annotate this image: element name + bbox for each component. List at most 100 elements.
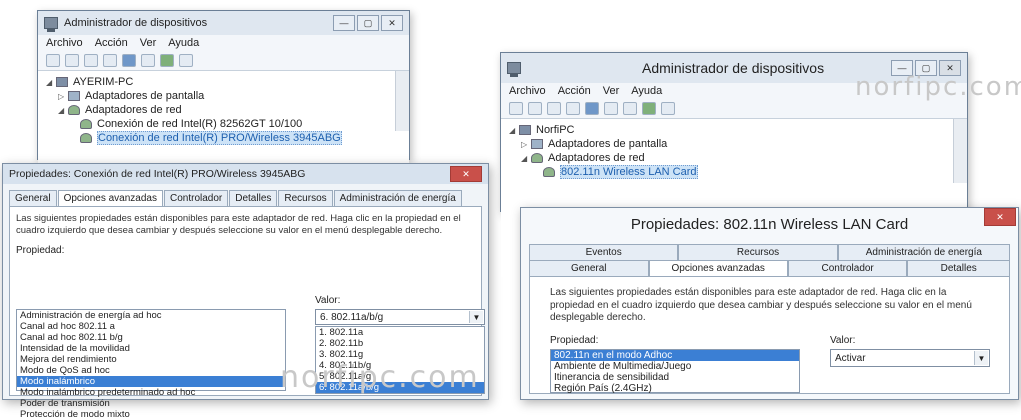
- menu-ver[interactable]: Ver: [603, 85, 620, 97]
- menu-ver[interactable]: Ver: [140, 37, 157, 49]
- network-card-icon: [80, 133, 92, 143]
- tree-item-label: Adaptadores de red: [85, 104, 182, 116]
- chevron-down-icon[interactable]: ▼: [974, 351, 988, 365]
- tree-item-label: AYERIM-PC: [73, 76, 134, 88]
- expand-icon[interactable]: ◢: [509, 126, 519, 135]
- list-item[interactable]: Intensidad de la movilidad: [17, 343, 285, 354]
- tab-detalles[interactable]: Detalles: [229, 190, 278, 206]
- left-dialog-tabs: General Opciones avanzadas Controlador D…: [3, 190, 488, 206]
- watermark: norfipc.com: [280, 360, 480, 395]
- uninstall-icon[interactable]: [179, 54, 193, 67]
- show-hide-tree-icon[interactable]: [84, 54, 98, 67]
- tree-item-display-adapters[interactable]: ▷ Adaptadores de pantalla: [509, 137, 959, 151]
- tab-general[interactable]: General: [529, 260, 649, 276]
- right-value-combo[interactable]: Activar ▼: [830, 349, 990, 367]
- menu-accion[interactable]: Acción: [95, 37, 128, 49]
- list-item[interactable]: Mejora del rendimiento: [17, 354, 285, 365]
- right-property-list[interactable]: 802.11n en el modo Adhoc Ambiente de Mul…: [550, 349, 800, 394]
- list-item[interactable]: Modo inalámbrico predeterminado ad hoc: [17, 387, 285, 398]
- network-adapter-icon: [68, 105, 80, 115]
- maximize-button[interactable]: ▢: [357, 15, 379, 31]
- scan-hardware-icon[interactable]: [604, 102, 618, 115]
- close-button[interactable]: ✕: [450, 166, 482, 182]
- network-card-icon: [543, 167, 555, 177]
- list-item[interactable]: Canal ad hoc 802.11 b/g: [17, 332, 285, 343]
- help-icon[interactable]: [122, 54, 136, 67]
- update-driver-icon[interactable]: [160, 54, 174, 67]
- list-item-selected[interactable]: Modo inalámbrico: [17, 376, 285, 387]
- tree-item-computer[interactable]: ◢ AYERIM-PC: [46, 75, 401, 89]
- collapse-icon[interactable]: ▷: [521, 140, 531, 149]
- help-icon[interactable]: [585, 102, 599, 115]
- show-hide-tree-icon[interactable]: [547, 102, 561, 115]
- left-tree-scrollbar[interactable]: [395, 71, 409, 131]
- tab-detalles[interactable]: Detalles: [907, 260, 1010, 276]
- tree-item-label: Adaptadores de red: [548, 152, 645, 164]
- close-button[interactable]: ✕: [381, 15, 403, 31]
- list-item-selected[interactable]: 802.11n en el modo Adhoc: [551, 350, 799, 361]
- tree-item-computer[interactable]: ◢ NorfiPC: [509, 123, 959, 137]
- tab-recursos[interactable]: Recursos: [678, 244, 838, 260]
- list-item[interactable]: Canal ad hoc 802.11 a: [17, 321, 285, 332]
- dropdown-option[interactable]: 2. 802.11b: [316, 338, 484, 349]
- right-dialog-tabs: Eventos Recursos Administración de energ…: [529, 244, 1010, 276]
- tree-item-intel-wireless[interactable]: Conexión de red Intel(R) PRO/Wireless 39…: [46, 131, 401, 145]
- tab-general[interactable]: General: [9, 190, 57, 206]
- forward-icon[interactable]: [528, 102, 542, 115]
- menu-ayuda[interactable]: Ayuda: [168, 37, 199, 49]
- list-item[interactable]: Protección de modo mixto: [17, 409, 285, 420]
- tree-item-network-adapters[interactable]: ◢ Adaptadores de red: [509, 151, 959, 165]
- expand-icon[interactable]: ◢: [58, 106, 68, 115]
- right-dialog-titlebar: Propiedades: 802.11n Wireless LAN Card ✕: [521, 208, 1018, 240]
- chevron-down-icon[interactable]: ▼: [469, 311, 483, 323]
- update-driver-icon[interactable]: [642, 102, 656, 115]
- tree-item-display-adapters[interactable]: ▷ Adaptadores de pantalla: [46, 89, 401, 103]
- minimize-button[interactable]: —: [333, 15, 355, 31]
- right-tree-scrollbar[interactable]: [953, 119, 967, 183]
- tab-administracion-energia[interactable]: Administración de energía: [837, 244, 1010, 260]
- list-item[interactable]: Modo de QoS ad hoc: [17, 365, 285, 376]
- tree-item-label: Conexión de red Intel(R) PRO/Wireless 39…: [97, 131, 342, 145]
- scan-hardware-icon[interactable]: [141, 54, 155, 67]
- tree-item-wireless-lan[interactable]: 802.11n Wireless LAN Card: [509, 165, 959, 179]
- right-advanced-panel: Las siguientes propiedades están disponi…: [529, 276, 1010, 394]
- dropdown-option[interactable]: 1. 802.11a: [316, 327, 484, 338]
- tab-recursos[interactable]: Recursos: [278, 190, 333, 206]
- tree-item-network-adapters[interactable]: ◢ Adaptadores de red: [46, 103, 401, 117]
- menu-archivo[interactable]: Archivo: [509, 85, 546, 97]
- properties-icon[interactable]: [566, 102, 580, 115]
- properties-icon[interactable]: [103, 54, 117, 67]
- left-value-label: Valor:: [315, 295, 341, 306]
- close-button[interactable]: ✕: [984, 208, 1016, 226]
- list-item[interactable]: Ambiente de Multimedia/Juego: [551, 361, 799, 372]
- tab-controlador[interactable]: Controlador: [163, 190, 229, 206]
- back-icon[interactable]: [46, 54, 60, 67]
- left-property-list[interactable]: Administración de energía ad hoc Canal a…: [16, 309, 286, 420]
- tab-eventos[interactable]: Eventos: [529, 244, 679, 260]
- right-value-label: Valor:: [830, 335, 856, 346]
- expand-icon[interactable]: ◢: [46, 78, 56, 87]
- forward-icon[interactable]: [65, 54, 79, 67]
- tab-administracion-energia[interactable]: Administración de energía: [333, 190, 462, 206]
- back-icon[interactable]: [509, 102, 523, 115]
- collapse-icon[interactable]: ▷: [58, 92, 68, 101]
- menu-archivo[interactable]: Archivo: [46, 37, 83, 49]
- dropdown-option[interactable]: 3. 802.11g: [316, 349, 484, 360]
- expand-icon[interactable]: ◢: [521, 154, 531, 163]
- tree-item-intel-ethernet[interactable]: Conexión de red Intel(R) 82562GT 10/100: [46, 117, 401, 131]
- menu-accion[interactable]: Acción: [558, 85, 591, 97]
- device-manager-icon: [507, 62, 521, 77]
- list-item[interactable]: Administración de energía ad hoc: [17, 310, 285, 321]
- tab-controlador[interactable]: Controlador: [787, 260, 908, 276]
- tab-opciones-avanzadas[interactable]: Opciones avanzadas: [57, 190, 163, 206]
- uninstall-icon[interactable]: [661, 102, 675, 115]
- computer-icon: [56, 77, 68, 87]
- left-value-combo[interactable]: 6. 802.11a/b/g ▼: [315, 309, 485, 325]
- tab-opciones-avanzadas[interactable]: Opciones avanzadas: [648, 260, 788, 276]
- left-dialog-titlebar: Propiedades: Conexión de red Intel(R) PR…: [3, 164, 488, 184]
- menu-ayuda[interactable]: Ayuda: [631, 85, 662, 97]
- right-properties-dialog: Propiedades: 802.11n Wireless LAN Card ✕…: [520, 207, 1019, 400]
- list-item[interactable]: Itinerancia de sensibilidad: [551, 372, 799, 383]
- driver-icon[interactable]: [623, 102, 637, 115]
- list-item[interactable]: Región País (2.4GHz): [551, 383, 799, 394]
